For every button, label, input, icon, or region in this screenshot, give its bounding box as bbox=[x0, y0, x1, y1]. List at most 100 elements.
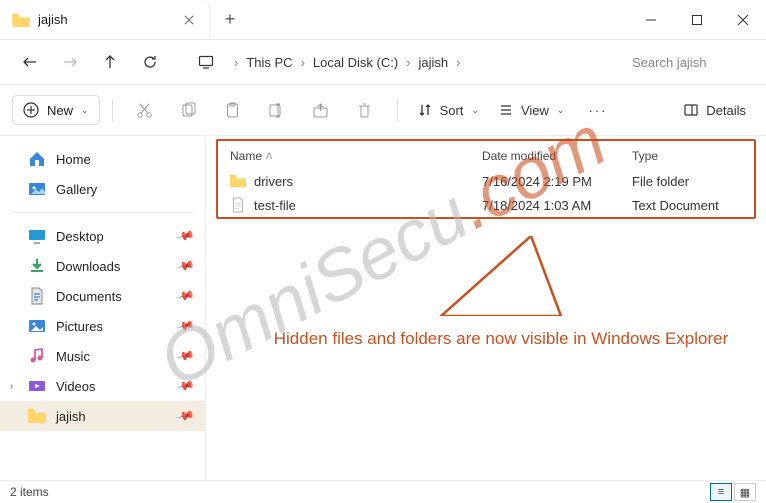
breadcrumb-item[interactable]: Local Disk (C:) bbox=[307, 51, 404, 74]
content-pane: Name ᐱ Date modified Type drivers 7/16/2… bbox=[206, 136, 766, 480]
sidebar-item-music[interactable]: Music 📌 bbox=[0, 341, 205, 371]
details-label: Details bbox=[706, 103, 746, 118]
new-button[interactable]: New ⌄ bbox=[12, 95, 100, 125]
statusbar: 2 items ≡ ▦ bbox=[0, 480, 766, 503]
navbar: › This PC › Local Disk (C:) › jajish › S… bbox=[0, 40, 766, 84]
sidebar-item-videos[interactable]: › Videos 📌 bbox=[0, 371, 205, 401]
new-tab-button[interactable]: + bbox=[210, 0, 250, 39]
main-area: Home Gallery Desktop 📌 Downloads 📌 Docum… bbox=[0, 136, 766, 480]
home-icon bbox=[28, 150, 46, 168]
pictures-icon bbox=[28, 317, 46, 335]
pin-icon: 📌 bbox=[176, 286, 196, 306]
back-button[interactable] bbox=[12, 44, 48, 80]
folder-icon bbox=[12, 13, 30, 27]
pin-icon: 📌 bbox=[176, 226, 196, 246]
copy-button[interactable] bbox=[169, 92, 209, 128]
cut-button[interactable] bbox=[125, 92, 165, 128]
sidebar: Home Gallery Desktop 📌 Downloads 📌 Docum… bbox=[0, 136, 206, 480]
icons-view-button[interactable]: ▦ bbox=[734, 483, 756, 501]
details-view-button[interactable]: ≡ bbox=[710, 483, 732, 501]
sidebar-item-jajish[interactable]: jajish 📌 bbox=[0, 401, 205, 431]
sidebar-item-label: Gallery bbox=[56, 182, 97, 197]
more-button[interactable]: ··· bbox=[576, 97, 619, 124]
file-name: drivers bbox=[254, 174, 293, 189]
chevron-down-icon: ⌄ bbox=[471, 105, 479, 116]
breadcrumb[interactable]: › This PC › Local Disk (C:) › jajish › bbox=[228, 46, 620, 78]
share-button[interactable] bbox=[301, 92, 341, 128]
column-headers[interactable]: Name ᐱ Date modified Type bbox=[218, 141, 754, 169]
sort-label: Sort bbox=[440, 103, 464, 118]
sort-button[interactable]: Sort ⌄ bbox=[410, 97, 487, 124]
chevron-down-icon: ⌄ bbox=[81, 105, 89, 116]
paste-button[interactable] bbox=[213, 92, 253, 128]
titlebar: jajish + bbox=[0, 0, 766, 40]
pin-icon: 📌 bbox=[176, 346, 196, 366]
annotation-callout: Hidden files and folders are now visible… bbox=[266, 236, 736, 349]
file-date: 7/16/2024 2:19 PM bbox=[482, 174, 632, 189]
file-row[interactable]: test-file 7/18/2024 1:03 AM Text Documen… bbox=[218, 193, 754, 217]
toolbar: New ⌄ Sort ⌄ View ⌄ ··· Details bbox=[0, 84, 766, 136]
minimize-button[interactable] bbox=[628, 0, 674, 40]
view-mode-toggle: ≡ ▦ bbox=[710, 483, 756, 501]
close-tab-button[interactable] bbox=[181, 12, 197, 28]
pin-icon: 📌 bbox=[176, 406, 196, 426]
sidebar-item-label: Videos bbox=[56, 379, 96, 394]
rename-button[interactable] bbox=[257, 92, 297, 128]
callout-text: Hidden files and folders are now visible… bbox=[266, 329, 736, 349]
refresh-button[interactable] bbox=[132, 44, 168, 80]
column-date-header[interactable]: Date modified bbox=[482, 149, 632, 163]
chevron-right-icon[interactable]: › bbox=[10, 381, 13, 391]
sidebar-item-label: Pictures bbox=[56, 319, 103, 334]
window-controls bbox=[628, 0, 766, 39]
details-pane-icon bbox=[684, 103, 698, 117]
close-window-button[interactable] bbox=[720, 0, 766, 40]
file-type: Text Document bbox=[632, 198, 742, 213]
active-tab[interactable]: jajish bbox=[0, 0, 210, 39]
new-button-label: New bbox=[47, 103, 73, 118]
search-input[interactable]: Search jajish bbox=[624, 46, 754, 78]
details-button[interactable]: Details bbox=[676, 97, 754, 124]
column-type-header[interactable]: Type bbox=[632, 149, 742, 163]
folder-icon bbox=[230, 173, 246, 189]
tab-title: jajish bbox=[38, 12, 173, 27]
videos-icon bbox=[28, 377, 46, 395]
file-icon bbox=[230, 197, 246, 213]
up-button[interactable] bbox=[92, 44, 128, 80]
sort-icon bbox=[418, 103, 432, 117]
sidebar-item-gallery[interactable]: Gallery bbox=[0, 174, 205, 204]
more-icon: ··· bbox=[588, 103, 607, 118]
desktop-icon bbox=[28, 227, 46, 245]
downloads-icon bbox=[28, 257, 46, 275]
list-icon bbox=[499, 103, 513, 117]
sidebar-item-home[interactable]: Home bbox=[0, 144, 205, 174]
sidebar-item-label: Downloads bbox=[56, 259, 120, 274]
view-label: View bbox=[521, 103, 549, 118]
column-name-header[interactable]: Name ᐱ bbox=[230, 149, 482, 163]
file-date: 7/18/2024 1:03 AM bbox=[482, 198, 632, 213]
sidebar-item-label: Documents bbox=[56, 289, 122, 304]
sidebar-item-label: Desktop bbox=[56, 229, 104, 244]
sidebar-item-label: Music bbox=[56, 349, 90, 364]
sidebar-item-label: jajish bbox=[56, 409, 86, 424]
delete-button[interactable] bbox=[345, 92, 385, 128]
sidebar-item-pictures[interactable]: Pictures 📌 bbox=[0, 311, 205, 341]
chevron-right-icon: › bbox=[232, 55, 240, 70]
music-icon bbox=[28, 347, 46, 365]
breadcrumb-item[interactable]: This PC bbox=[240, 51, 298, 74]
sidebar-item-downloads[interactable]: Downloads 📌 bbox=[0, 251, 205, 281]
sidebar-item-documents[interactable]: Documents 📌 bbox=[0, 281, 205, 311]
chevron-right-icon: › bbox=[454, 55, 462, 70]
pin-icon: 📌 bbox=[176, 256, 196, 276]
pin-icon: 📌 bbox=[176, 376, 196, 396]
gallery-icon bbox=[28, 180, 46, 198]
chevron-down-icon: ⌄ bbox=[557, 105, 565, 116]
callout-arrow-icon bbox=[401, 236, 601, 316]
view-button[interactable]: View ⌄ bbox=[491, 97, 573, 124]
forward-button[interactable] bbox=[52, 44, 88, 80]
maximize-button[interactable] bbox=[674, 0, 720, 40]
annotation-highlight-box: Name ᐱ Date modified Type drivers 7/16/2… bbox=[216, 139, 756, 219]
breadcrumb-item[interactable]: jajish bbox=[413, 51, 455, 74]
pc-icon[interactable] bbox=[188, 44, 224, 80]
file-row[interactable]: drivers 7/16/2024 2:19 PM File folder bbox=[218, 169, 754, 193]
sidebar-item-desktop[interactable]: Desktop 📌 bbox=[0, 221, 205, 251]
